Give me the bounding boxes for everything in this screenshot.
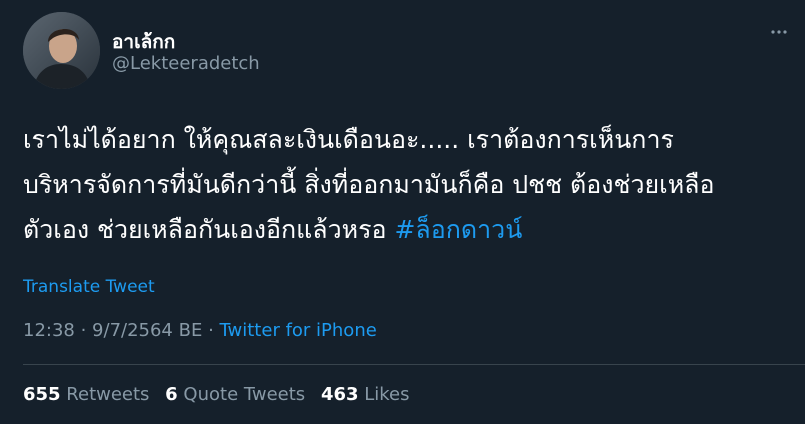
tweet-text-segment: ตัวเอง ช่วยเหลือกันเองอีกแล้วหรอ — [23, 215, 395, 244]
retweets-stat[interactable]: 655 Retweets — [23, 384, 149, 405]
retweets-label: Retweets — [60, 384, 150, 405]
retweets-count: 655 — [23, 384, 61, 405]
more-horizontal-icon[interactable] — [769, 22, 789, 42]
tweet-time[interactable]: 12:38 — [23, 320, 75, 341]
user-handle[interactable]: @Lekteeradetch — [112, 53, 260, 74]
tweet-text-line: ตัวเอง ช่วยเหลือกันเองอีกแล้วหรอ #ล็อกดา… — [23, 207, 783, 252]
hashtag-link[interactable]: #ล็อกดาวน์ — [394, 215, 522, 244]
tweet-source-link[interactable]: Twitter for iPhone — [220, 320, 377, 341]
tweet-stats: 655 Retweets 6 Quote Tweets 463 Likes — [23, 384, 420, 405]
divider — [23, 364, 805, 365]
quote-tweets-count: 6 — [165, 384, 178, 405]
tweet-metadata: 12:38 · 9/7/2564 BE · Twitter for iPhone — [23, 320, 377, 341]
tweet-date[interactable]: 9/7/2564 BE — [92, 320, 202, 341]
separator: · — [74, 320, 93, 341]
likes-stat[interactable]: 463 Likes — [321, 384, 410, 405]
translate-tweet-link[interactable]: Translate Tweet — [23, 277, 155, 297]
quote-tweets-label: Quote Tweets — [177, 384, 306, 405]
quote-tweets-stat[interactable]: 6 Quote Tweets — [165, 384, 305, 405]
tweet-text: เราไม่ได้อยาก ให้คุณสละเงินเดือนอะ..... … — [23, 117, 783, 252]
avatar[interactable] — [23, 12, 100, 89]
likes-count: 463 — [320, 384, 359, 405]
tweet-card: อาเล้กก @Lekteeradetch เราไม่ได้อยาก ให้… — [0, 0, 805, 424]
separator: · — [202, 320, 220, 341]
tweet-text-line: เราไม่ได้อยาก ให้คุณสละเงินเดือนอะ..... … — [23, 125, 674, 154]
likes-label: Likes — [358, 384, 410, 405]
tweet-text-line: บริหารจัดการที่มันดีกว่านี้ สิ่งที่ออกมา… — [23, 170, 715, 199]
